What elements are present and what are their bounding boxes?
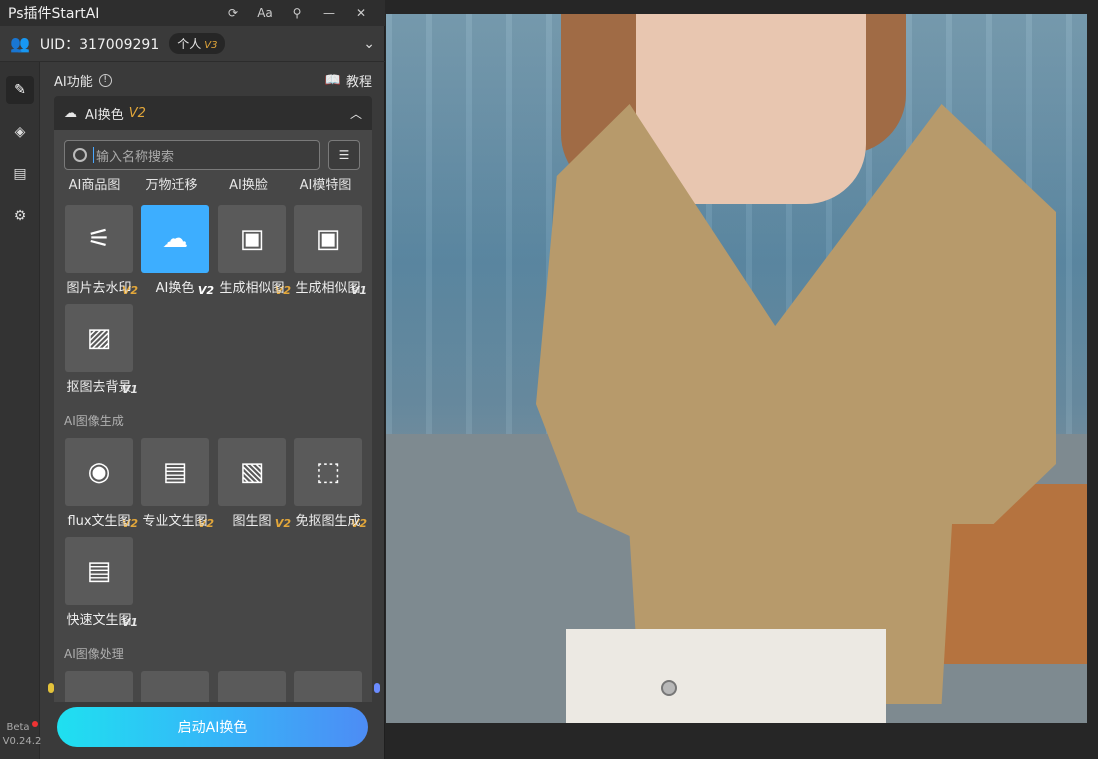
tool-tile[interactable]: ▣ V1 生成相似图 [293, 205, 371, 299]
tool-tile-active[interactable]: ☁ V2 AI换色 [140, 205, 218, 299]
tool-icon [294, 671, 362, 702]
tool-tile[interactable]: ▨ V1 抠图去背景 [64, 304, 142, 398]
tool-dropdown[interactable]: ☁ AI换色 V2 ︿ [54, 96, 372, 130]
nav-layers[interactable]: ◈ [6, 118, 34, 146]
category-item[interactable]: AI换脸 [210, 174, 287, 193]
layers-icon: ◈ [14, 124, 26, 140]
tool-tile[interactable] [293, 671, 371, 702]
tool-icon [218, 671, 286, 702]
tool-tile[interactable]: ▤ V2 专业文生图 [140, 438, 218, 532]
category-row: AI商品图 万物迁移 AI换脸 AI模特图 [56, 174, 368, 193]
image-text-icon: ▤ [65, 537, 133, 605]
tool-tile[interactable]: ▧ V2 图生图 [217, 438, 295, 532]
tool-tile[interactable] [140, 671, 218, 702]
font-icon[interactable]: Aa [249, 0, 281, 26]
left-nav: ✎ ◈ ▤ ⚙ Beta V0.24.2 [0, 62, 42, 759]
users-icon: 👥 [10, 34, 30, 53]
no-watermark-icon: ⚟ [65, 205, 133, 273]
search-icon [73, 148, 87, 162]
selected-tool-version: V2 [128, 105, 146, 121]
tile-label: 抠图去背景 [66, 380, 132, 395]
chevron-down-icon[interactable]: ⌄ [363, 36, 375, 52]
flux-icon: ◉ [65, 438, 133, 506]
nav-clipboard[interactable]: ▤ [6, 160, 34, 188]
document-photo[interactable] [386, 14, 1087, 723]
tool-tile[interactable]: ◉ V2 flux文生图 [64, 438, 142, 532]
window-title: Ps插件StartAI [8, 6, 100, 22]
search-input[interactable]: 输入名称搜索 [64, 140, 320, 170]
list-view-button[interactable]: ☰ [328, 140, 360, 170]
tile-label: AI换色 [155, 281, 195, 296]
tile-label: 免抠图生成 [295, 514, 361, 529]
tile-label: 专业文生图 [142, 514, 208, 529]
tool-list[interactable]: 输入名称搜索 ☰ AI商品图 万物迁移 AI换脸 AI模特图 ⚟ V2 图片去水… [54, 130, 372, 702]
section-title: AI功能 [54, 74, 93, 90]
minimize-icon[interactable]: — [313, 0, 345, 26]
tile-label: flux文生图 [67, 514, 131, 529]
nav-edit[interactable]: ✎ [6, 76, 34, 104]
category-item[interactable]: AI商品图 [56, 174, 133, 193]
plan-name: 个人 [177, 37, 202, 51]
tool-tile[interactable]: ⬚ V2 免抠图生成 [293, 438, 371, 532]
chevron-up-icon[interactable]: ︿ [350, 105, 362, 122]
info-icon[interactable]: ! [98, 73, 112, 87]
color-change-icon: ☁ [64, 105, 77, 121]
title-bar: Ps插件StartAI ⟳ Aa ⚲ — ✕ [0, 0, 385, 26]
update-dot [31, 721, 38, 727]
nav-settings[interactable]: ⚙ [6, 202, 34, 230]
tool-icon [65, 671, 133, 702]
group-title: AI图像处理 [64, 647, 124, 661]
close-icon[interactable]: ✕ [345, 0, 377, 26]
start-button[interactable]: 启动AI换色 [57, 707, 368, 747]
tutorial-link[interactable]: 📖 教程 [325, 71, 372, 90]
tool-tile[interactable] [64, 671, 142, 702]
pin-icon[interactable]: ⚲ [281, 0, 313, 26]
scroll-marker-left [48, 683, 54, 693]
image-sparkle-icon: ▣ [218, 205, 286, 273]
crop-image-icon: ⬚ [294, 438, 362, 506]
scroll-marker-right [374, 683, 380, 693]
tutorial-label: 教程 [345, 74, 372, 90]
uid-label: UID：317009291 [39, 36, 160, 53]
book-icon: 📖 [324, 72, 341, 88]
tile-label: 图生图 [232, 514, 272, 529]
hatch-icon: ▨ [65, 304, 133, 372]
tile-label: 生成相似图 [295, 281, 361, 296]
version-number: V0.24.2 [2, 736, 42, 747]
tool-tile[interactable] [217, 671, 295, 702]
tile-label: 图片去水印 [66, 281, 132, 296]
photo-pants [566, 629, 886, 723]
tile-label: 生成相似图 [219, 281, 285, 296]
edit-icon: ✎ [14, 82, 26, 98]
category-item[interactable]: AI模特图 [287, 174, 364, 193]
group-title: AI图像生成 [64, 414, 124, 428]
search-placeholder: 输入名称搜索 [96, 149, 175, 165]
image-sparkle-icon: ▣ [294, 205, 362, 273]
tool-tile[interactable]: ⚟ V2 图片去水印 [64, 205, 142, 299]
selected-tool-label: AI换色 [85, 107, 124, 123]
tool-icon [141, 671, 209, 702]
user-bar[interactable]: 👥 UID：317009291 个人 V3 ⌄ [0, 26, 385, 62]
text-caret [93, 147, 94, 163]
list-icon: ☰ [338, 148, 350, 162]
beta-label: Beta [6, 722, 30, 733]
version-info: Beta V0.24.2 [2, 721, 42, 749]
category-item[interactable]: 万物迁移 [133, 174, 210, 193]
tool-tile[interactable]: ▣ V2 生成相似图 [217, 205, 295, 299]
gear-icon: ⚙ [13, 208, 27, 224]
image-text-icon: ▤ [141, 438, 209, 506]
tile-label: 快速文生图 [66, 613, 132, 628]
plan-level: V3 [204, 40, 218, 51]
image-to-image-icon: ▧ [218, 438, 286, 506]
clipboard-icon: ▤ [13, 166, 27, 182]
plan-badge: 个人 V3 [169, 33, 226, 54]
tool-tile[interactable]: ▤ V1 快速文生图 [64, 537, 142, 631]
plugin-panel: Ps插件StartAI ⟳ Aa ⚲ — ✕ 👥 UID：317009291 个… [0, 0, 385, 759]
refresh-icon[interactable]: ⟳ [217, 0, 249, 26]
photo-pants-button [661, 680, 677, 696]
color-change-icon: ☁ [141, 205, 209, 273]
section-header: AI功能 ! 📖 教程 [54, 70, 372, 90]
content: AI功能 ! 📖 教程 ☁ AI换色 V2 ︿ 输入名称搜索 ☰ AI商品图 万物… [40, 62, 385, 759]
